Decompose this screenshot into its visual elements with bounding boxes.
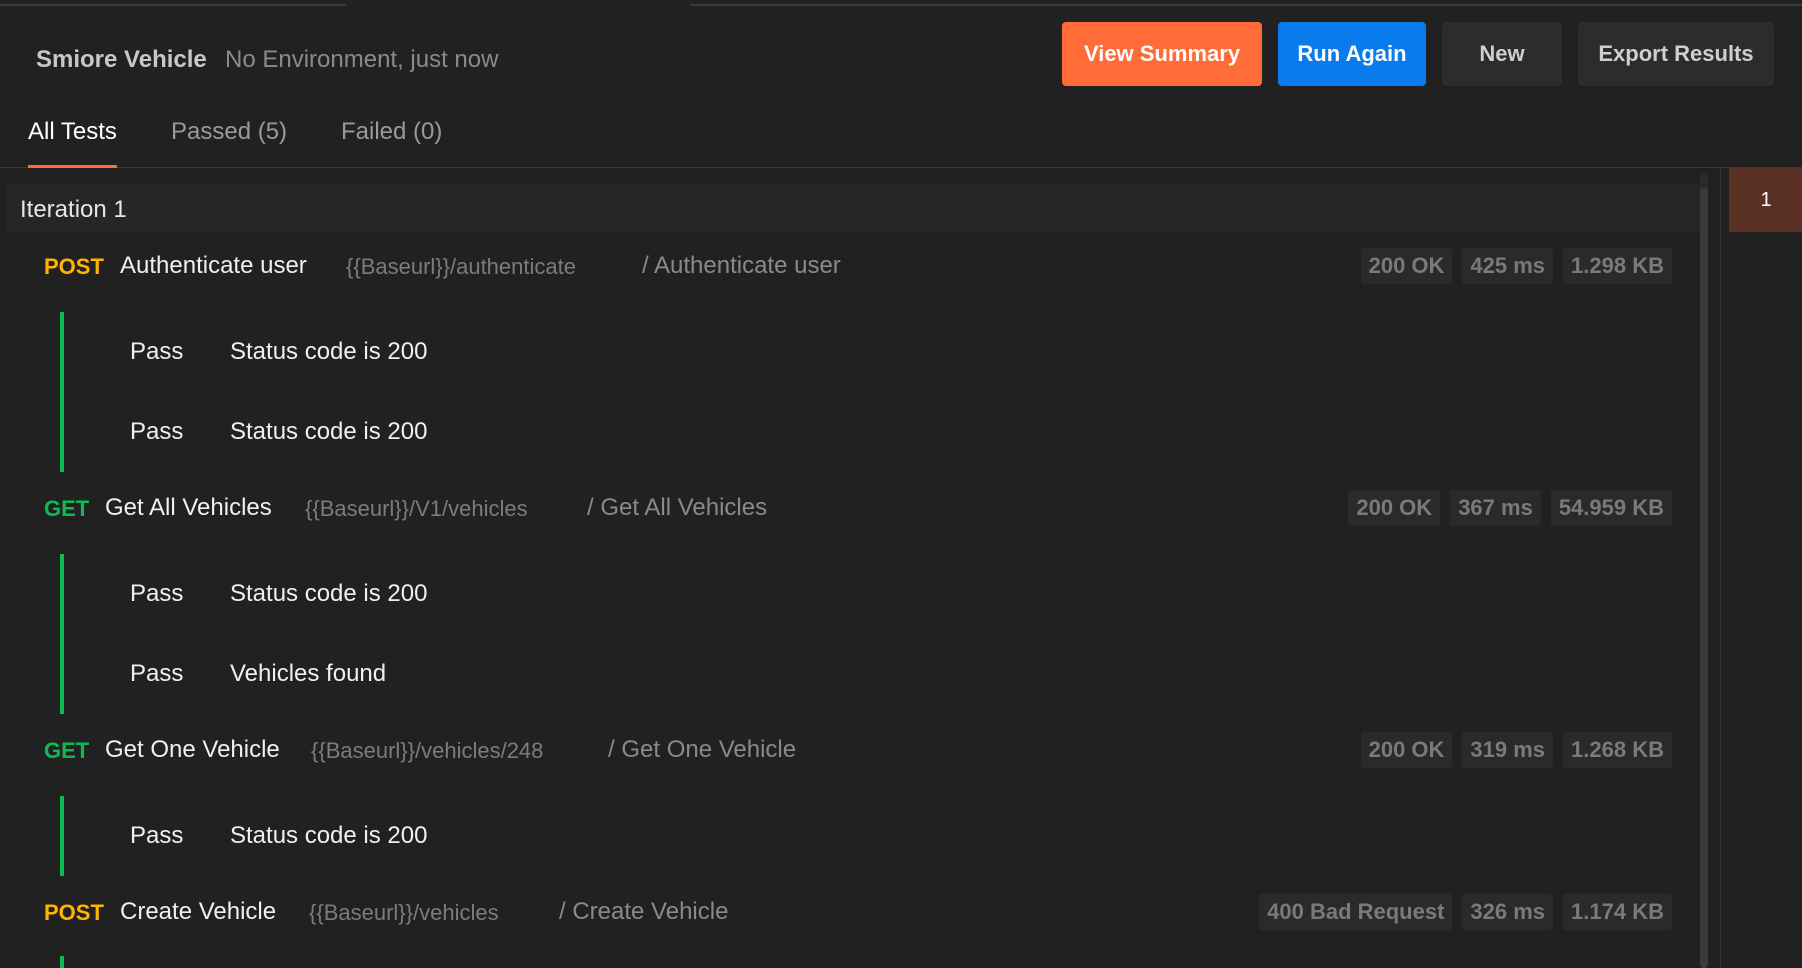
test-results-group: Pass Status code is 200 Pass Vehicles fo…: [60, 554, 1660, 714]
test-results-group: [60, 956, 1660, 968]
size-badge: 1.268 KB: [1563, 732, 1672, 768]
iteration-header: Iteration 1: [6, 184, 1700, 232]
status-badge: 400 Bad Request: [1259, 894, 1453, 930]
request-path: / Get All Vehicles: [587, 494, 768, 521]
response-badges: 200 OK 319 ms 1.268 KB: [1360, 732, 1672, 768]
test-results-group: Pass Status code is 200 Pass Status code…: [60, 312, 1660, 472]
test-status: Pass: [130, 822, 184, 849]
request-row[interactable]: POST Create Vehicle {{Baseurl}}/vehicles…: [6, 884, 1700, 944]
time-badge: 425 ms: [1462, 248, 1554, 284]
size-badge: 1.174 KB: [1563, 894, 1672, 930]
test-result-row: Pass Status code is 200: [64, 554, 1660, 634]
run-again-button[interactable]: Run Again: [1278, 22, 1426, 86]
size-badge: 1.298 KB: [1563, 248, 1672, 284]
request-row[interactable]: GET Get One Vehicle {{Baseurl}}/vehicles…: [6, 722, 1700, 782]
request-path: / Create Vehicle: [559, 898, 729, 925]
test-status: Pass: [130, 660, 184, 687]
test-status: Pass: [130, 580, 184, 607]
request-row[interactable]: POST Authenticate user {{Baseurl}}/authe…: [6, 238, 1700, 298]
tab-all-tests[interactable]: All Tests: [28, 118, 117, 168]
test-result-row: Pass Status code is 200: [64, 392, 1660, 472]
request-name: Authenticate user: [120, 252, 307, 279]
request-path: / Get One Vehicle: [608, 736, 797, 763]
test-results-group: Pass Status code is 200: [60, 796, 1660, 876]
request-row[interactable]: GET Get All Vehicles {{Baseurl}}/V1/vehi…: [6, 480, 1700, 540]
test-result-row: Pass Status code is 200: [64, 796, 1660, 876]
size-badge: 54.959 KB: [1550, 490, 1672, 526]
view-summary-button[interactable]: View Summary: [1062, 22, 1262, 86]
result-filter-tabs: All Tests Passed (5) Failed (0): [0, 108, 1802, 168]
test-result-row: Pass Status code is 200: [64, 312, 1660, 392]
test-name: Status code is 200: [230, 822, 428, 849]
test-name: Vehicles found: [230, 660, 387, 687]
iteration-chip-1[interactable]: 1: [1729, 168, 1802, 232]
request-path: / Authenticate user: [642, 252, 841, 279]
request-method: POST: [44, 254, 104, 279]
request-method: GET: [44, 496, 90, 521]
request-url: {{Baseurl}}/vehicles/248: [311, 738, 544, 763]
response-badges: 200 OK 367 ms 54.959 KB: [1348, 490, 1672, 526]
test-result-row: Pass Vehicles found: [64, 634, 1660, 714]
iteration-navigator: 1: [1720, 168, 1802, 968]
time-badge: 319 ms: [1462, 732, 1554, 768]
request-method: GET: [44, 738, 90, 763]
request-url: {{Baseurl}}/V1/vehicles: [305, 496, 528, 521]
request-name: Create Vehicle: [120, 898, 277, 925]
response-badges: 200 OK 425 ms 1.298 KB: [1360, 248, 1672, 284]
results-scrollbar[interactable]: [1698, 174, 1710, 968]
run-meta: No Environment, just now: [225, 46, 499, 73]
response-badges: 400 Bad Request 326 ms 1.174 KB: [1259, 894, 1672, 930]
collection-name: Smiore Vehicle: [36, 46, 207, 73]
request-url: {{Baseurl}}/vehicles: [309, 900, 499, 925]
tab-failed[interactable]: Failed (0): [341, 118, 442, 168]
test-name: Status code is 200: [230, 338, 428, 365]
status-badge: 200 OK: [1360, 732, 1453, 768]
scrollbar-thumb[interactable]: [1700, 188, 1708, 968]
results-list: Iteration 1 POST Authenticate user {{Bas…: [6, 184, 1700, 968]
request-method: POST: [44, 900, 104, 925]
test-status: Pass: [130, 338, 184, 365]
request-name: Get One Vehicle: [105, 736, 280, 763]
status-badge: 200 OK: [1360, 248, 1453, 284]
runner-header: Smiore Vehicle No Environment, just now …: [0, 6, 1802, 102]
time-badge: 367 ms: [1450, 490, 1541, 526]
export-results-button[interactable]: Export Results: [1578, 22, 1774, 86]
tab-passed[interactable]: Passed (5): [171, 118, 287, 168]
time-badge: 326 ms: [1462, 894, 1554, 930]
test-status: Pass: [130, 418, 184, 445]
iteration-label: Iteration 1: [20, 196, 127, 223]
request-url: {{Baseurl}}/authenticate: [346, 254, 576, 279]
request-name: Get All Vehicles: [105, 494, 272, 521]
test-name: Status code is 200: [230, 580, 428, 607]
new-button[interactable]: New: [1442, 22, 1562, 86]
status-badge: 200 OK: [1348, 490, 1441, 526]
test-name: Status code is 200: [230, 418, 428, 445]
